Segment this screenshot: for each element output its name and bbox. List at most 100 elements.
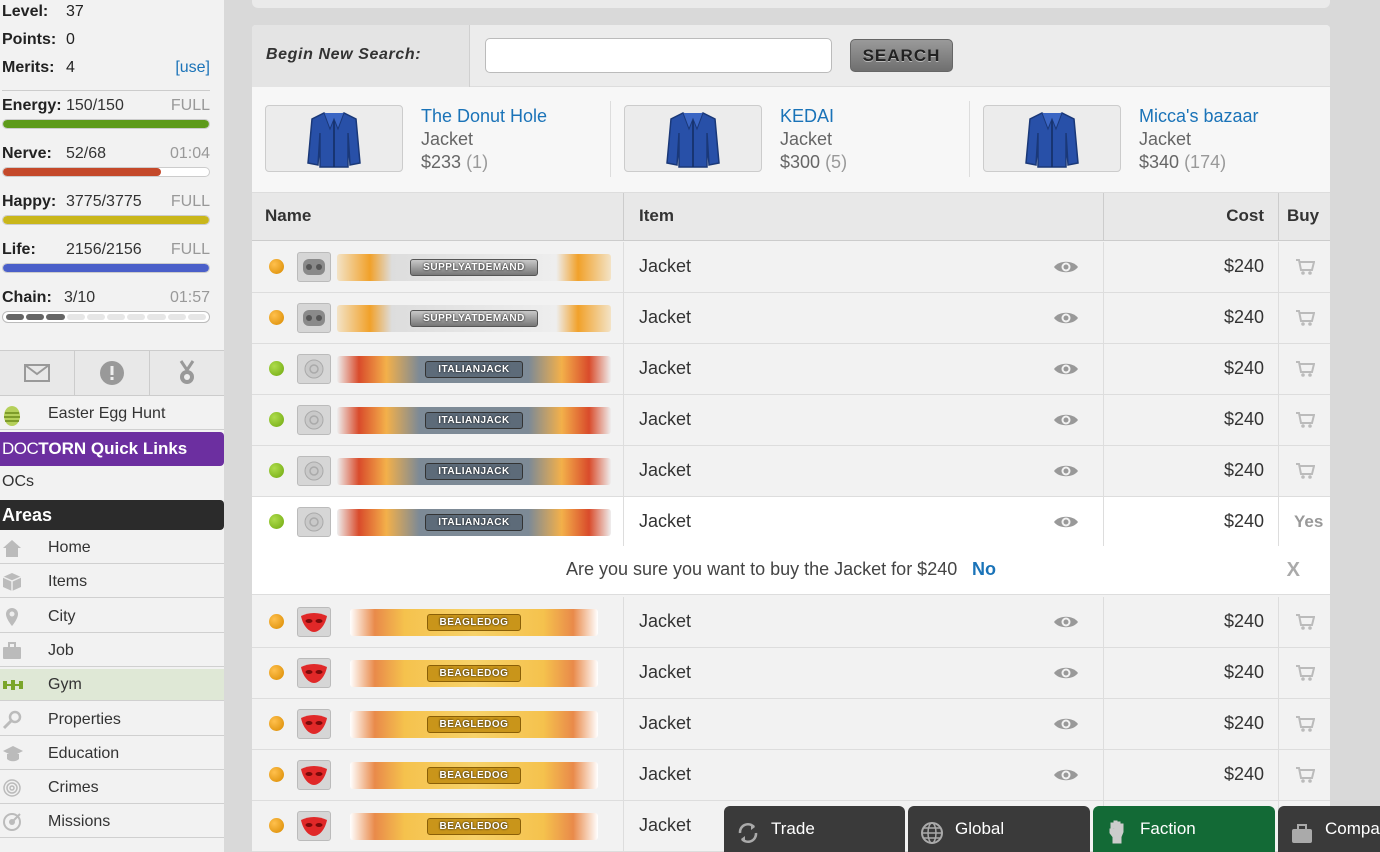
eye-icon[interactable] bbox=[1053, 361, 1079, 382]
cart-icon[interactable] bbox=[1295, 411, 1316, 434]
seller-banner-link[interactable]: ITALIANJACK bbox=[337, 407, 611, 434]
confirm-close-button[interactable]: X bbox=[1287, 546, 1300, 595]
search-button[interactable]: SEARCH bbox=[850, 39, 953, 72]
merits-use-link[interactable]: [use] bbox=[175, 56, 210, 80]
column-header-name[interactable]: Name bbox=[252, 193, 624, 241]
faction-avatar-icon[interactable] bbox=[297, 405, 331, 435]
seller-banner-link[interactable]: BEAGLEDOG bbox=[350, 762, 598, 789]
sidebar-item-missions[interactable]: Missions bbox=[0, 806, 224, 839]
life-bar[interactable]: Life: 2156/2156 FULL bbox=[0, 235, 224, 283]
cart-icon[interactable] bbox=[1295, 715, 1316, 738]
sidebar-item-city[interactable]: City bbox=[0, 600, 224, 633]
faction-avatar-icon[interactable] bbox=[297, 507, 331, 537]
column-header-cost[interactable]: Cost bbox=[1104, 193, 1279, 241]
cart-icon[interactable] bbox=[1295, 664, 1316, 687]
seller-banner-link[interactable]: BEAGLEDOG bbox=[350, 711, 598, 738]
sidebar-item-properties[interactable]: Properties bbox=[0, 703, 224, 736]
eye-icon[interactable] bbox=[1053, 716, 1079, 737]
bazaar-name-link[interactable]: The Donut Hole bbox=[421, 106, 547, 127]
faction-avatar-icon[interactable] bbox=[297, 760, 331, 790]
seller-banner-link[interactable]: SUPPLYATDEMAND bbox=[337, 305, 611, 332]
cart-icon[interactable] bbox=[1295, 360, 1316, 383]
bazaar-name-link[interactable]: KEDAI bbox=[780, 106, 834, 127]
faction-avatar-icon[interactable] bbox=[297, 303, 331, 333]
eye-icon[interactable] bbox=[1053, 514, 1079, 535]
table-row[interactable]: SUPPLYATDEMAND Jacket $240 bbox=[252, 293, 1330, 344]
seller-banner-link[interactable]: ITALIANJACK bbox=[337, 458, 611, 485]
table-row[interactable]: BEAGLEDOG Jacket $240 bbox=[252, 597, 1330, 648]
happy-bar[interactable]: Happy: 3775/3775 FULL bbox=[0, 187, 224, 235]
sidebar-item-easter-egg-hunt[interactable]: Easter Egg Hunt bbox=[0, 398, 224, 430]
item-name: Jacket bbox=[639, 713, 692, 733]
medal-icon[interactable] bbox=[150, 351, 224, 395]
cart-icon[interactable] bbox=[1295, 766, 1316, 789]
faction-avatar-icon[interactable] bbox=[297, 354, 331, 384]
table-row[interactable]: SUPPLYATDEMAND Jacket $240 bbox=[252, 242, 1330, 293]
sidebar-item-home[interactable]: Home bbox=[0, 532, 224, 564]
chat-tab-global[interactable]: Global bbox=[908, 806, 1090, 852]
jacket-image[interactable] bbox=[265, 105, 403, 172]
table-row[interactable]: ITALIANJACK Jacket $240 bbox=[252, 395, 1330, 446]
faction-avatar-icon[interactable] bbox=[297, 658, 331, 688]
table-row[interactable]: ITALIANJACK Jacket $240 bbox=[252, 446, 1330, 497]
chat-tab-company[interactable]: Compar bbox=[1278, 806, 1380, 852]
faction-avatar-icon[interactable] bbox=[297, 456, 331, 486]
sidebar-item-items[interactable]: Items bbox=[0, 566, 224, 599]
faction-avatar-icon[interactable] bbox=[297, 709, 331, 739]
item-cell: Jacket bbox=[624, 648, 1104, 699]
globe-icon bbox=[920, 817, 944, 852]
eye-icon[interactable] bbox=[1053, 412, 1079, 433]
seller-banner-link[interactable]: BEAGLEDOG bbox=[350, 609, 598, 636]
eye-icon[interactable] bbox=[1053, 259, 1079, 280]
cart-icon[interactable] bbox=[1295, 613, 1316, 636]
jacket-image[interactable] bbox=[624, 105, 762, 172]
alert-icon[interactable] bbox=[75, 351, 150, 395]
bazaar-price-value: $340 bbox=[1139, 152, 1180, 172]
faction-avatar-icon[interactable] bbox=[297, 607, 331, 637]
seller-banner-link[interactable]: BEAGLEDOG bbox=[350, 813, 598, 840]
cart-icon[interactable] bbox=[1295, 309, 1316, 332]
seller-banner-link[interactable]: ITALIANJACK bbox=[337, 509, 611, 536]
sidebar-item-label: Gym bbox=[48, 676, 82, 694]
energy-bar[interactable]: Energy: 150/150 FULL bbox=[0, 91, 224, 139]
nerve-bar[interactable]: Nerve: 52/68 01:04 bbox=[0, 139, 224, 187]
faction-avatar-icon[interactable] bbox=[297, 252, 331, 282]
eye-icon[interactable] bbox=[1053, 665, 1079, 686]
table-row[interactable]: BEAGLEDOG Jacket $240 bbox=[252, 699, 1330, 750]
chain-bar[interactable]: Chain: 3/10 01:57 bbox=[0, 283, 224, 331]
cart-icon[interactable] bbox=[1295, 462, 1316, 485]
table-row[interactable]: BEAGLEDOG Jacket $240 bbox=[252, 648, 1330, 699]
energy-label: Energy: bbox=[2, 97, 62, 114]
cart-icon[interactable] bbox=[1295, 258, 1316, 281]
chat-tab-trade[interactable]: Trade bbox=[724, 806, 905, 852]
sidebar-item-label: City bbox=[48, 607, 76, 625]
sidebar-item-ocs[interactable]: OCs bbox=[0, 468, 224, 498]
table-row[interactable]: ITALIANJACK Jacket $240 Yes bbox=[252, 497, 1330, 548]
chat-tab-faction[interactable]: Faction bbox=[1093, 806, 1275, 852]
doctorn-quick-links[interactable]: DOCTORN Quick Links bbox=[0, 432, 224, 466]
eye-icon[interactable] bbox=[1053, 310, 1079, 331]
seller-banner-link[interactable]: SUPPLYATDEMAND bbox=[337, 254, 611, 281]
sidebar-item-job[interactable]: Job bbox=[0, 634, 224, 667]
eye-icon[interactable] bbox=[1053, 767, 1079, 788]
eye-icon[interactable] bbox=[1053, 614, 1079, 635]
sidebar-item-gym[interactable]: Gym bbox=[0, 669, 224, 702]
column-header-item[interactable]: Item bbox=[624, 193, 1104, 241]
seller-banner-link[interactable]: ITALIANJACK bbox=[337, 356, 611, 383]
cost-value: $240 bbox=[1223, 256, 1264, 276]
jacket-image[interactable] bbox=[983, 105, 1121, 172]
sidebar-item-crimes[interactable]: Crimes bbox=[0, 772, 224, 805]
search-input[interactable] bbox=[485, 38, 832, 73]
confirm-yes-button[interactable]: Yes bbox=[1294, 497, 1323, 546]
bazaar-name-link[interactable]: Micca's bazaar bbox=[1139, 106, 1258, 127]
sidebar-item-education[interactable]: Education bbox=[0, 737, 224, 770]
confirm-no-button[interactable]: No bbox=[972, 546, 996, 593]
table-row[interactable]: BEAGLEDOG Jacket $240 bbox=[252, 750, 1330, 801]
eye-icon[interactable] bbox=[1053, 463, 1079, 484]
fist-icon bbox=[1105, 817, 1129, 852]
seller-banner-link[interactable]: BEAGLEDOG bbox=[350, 660, 598, 687]
faction-avatar-icon[interactable] bbox=[297, 811, 331, 841]
mail-icon[interactable] bbox=[0, 351, 75, 395]
table-row[interactable]: ITALIANJACK Jacket $240 bbox=[252, 344, 1330, 395]
seller-name: BEAGLEDOG bbox=[426, 665, 522, 682]
